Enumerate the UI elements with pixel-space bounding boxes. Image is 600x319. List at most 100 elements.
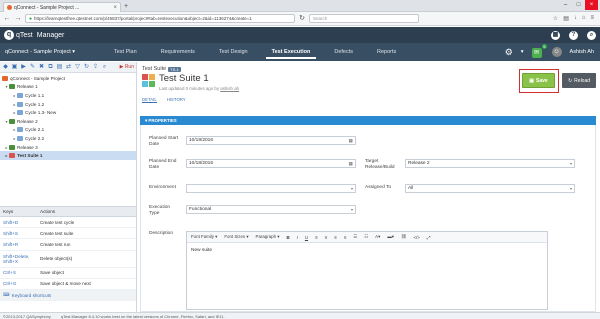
- menu-test-design[interactable]: Test Design: [207, 43, 260, 61]
- run-button[interactable]: ▶ Run: [120, 64, 134, 70]
- search-tree-icon[interactable]: ⌕: [101, 64, 108, 71]
- justify-icon[interactable]: ≡: [344, 235, 347, 240]
- close-window-icon[interactable]: ×: [585, 0, 598, 10]
- user-name[interactable]: Ashish Ah: [570, 49, 594, 55]
- test-suite-id-badge: TS-1: [168, 66, 181, 72]
- target-release-select[interactable]: Release 2 ▾: [405, 159, 575, 168]
- tree-node-cycle-2-2[interactable]: ▸ Cycle 2.2: [0, 134, 136, 143]
- align-right-icon[interactable]: ≡: [334, 235, 337, 240]
- menu-defects[interactable]: Defects: [322, 43, 365, 61]
- text-color-icon[interactable]: A▾: [375, 234, 380, 240]
- shortcuts-header: Keys Actions: [0, 206, 136, 217]
- tree-node-project[interactable]: qConnect - Sample Project: [0, 74, 136, 83]
- refresh-tree-icon[interactable]: ↻: [83, 64, 90, 71]
- new-tab-icon[interactable]: +: [124, 3, 128, 10]
- link-icon[interactable]: ⛓: [401, 234, 407, 240]
- execution-type-select[interactable]: Functional ▾: [186, 205, 356, 214]
- notification-icon: ✉: [531, 48, 542, 58]
- assigned-to-select[interactable]: All ▾: [405, 184, 575, 193]
- gear-icon[interactable]: ⚙: [505, 47, 513, 58]
- environment-select[interactable]: ▾: [186, 184, 356, 193]
- properties-header[interactable]: ▾ PROPERTIES: [140, 116, 596, 125]
- keyboard-shortcuts-link[interactable]: ⌨ Keyboard shortcuts: [0, 289, 136, 301]
- browser-tab[interactable]: qConnect - Sample Project ... ×: [3, 2, 121, 12]
- product-name: Manager: [36, 31, 65, 39]
- planned-start-field[interactable]: 10/18/2016 ▦: [186, 136, 356, 145]
- avatar[interactable]: ☺: [551, 47, 562, 57]
- fullscreen-icon[interactable]: ⤢: [427, 235, 431, 240]
- edit-icon[interactable]: ✎: [29, 64, 36, 71]
- tab-detail[interactable]: DETAIL: [142, 97, 157, 103]
- background-color-icon[interactable]: ▬▾: [387, 234, 394, 240]
- help-icon[interactable]: ?: [569, 30, 578, 40]
- project-selector[interactable]: qConnect - Sample Project ▾: [0, 49, 102, 55]
- menu-icon[interactable]: ≡: [590, 15, 594, 22]
- code-icon[interactable]: </>: [414, 235, 420, 240]
- last-updated-user[interactable]: ashish ah: [220, 86, 239, 91]
- bookmarks-icon[interactable]: ▤: [563, 15, 569, 22]
- align-center-icon[interactable]: ≡: [325, 235, 328, 240]
- reload-button[interactable]: ↻ Reload: [562, 73, 596, 88]
- menu-test-execution[interactable]: Test Execution: [260, 43, 323, 61]
- close-tab-icon[interactable]: ×: [113, 5, 117, 11]
- calendar-icon[interactable]: ▦: [349, 161, 353, 167]
- copy-icon[interactable]: ⧉: [47, 64, 54, 71]
- planned-end-field[interactable]: 10/18/2016 ▦: [186, 159, 356, 168]
- save-button[interactable]: ▣ Save: [522, 73, 555, 88]
- calendar-icon[interactable]: ▦: [349, 138, 353, 144]
- back-icon[interactable]: ←: [3, 15, 11, 23]
- forward-icon[interactable]: →: [14, 15, 22, 23]
- minimize-icon[interactable]: –: [559, 0, 572, 10]
- tree-node-cycle-1-3[interactable]: ▸ Cycle 1.3- New: [0, 108, 136, 117]
- filter-icon[interactable]: ▽: [74, 64, 81, 71]
- status-bar: ©2013-2017 QASymphony qTest Manager 8.4.…: [0, 312, 600, 319]
- tree-node-cycle-1-2[interactable]: ▸ Cycle 1.2: [0, 100, 136, 109]
- search-icon[interactable]: ⌕: [587, 30, 596, 40]
- new-suite-icon[interactable]: ▣: [11, 64, 18, 71]
- bullet-list-icon[interactable]: ☰: [353, 234, 357, 240]
- paste-icon[interactable]: ▤: [56, 64, 63, 71]
- home-icon[interactable]: ⌂: [582, 15, 586, 22]
- tree-node-cycle-1-1[interactable]: ▸ Cycle 1.1: [0, 91, 136, 100]
- browser-search-input[interactable]: Search: [309, 14, 419, 23]
- menu-test-plan[interactable]: Test Plan: [102, 43, 149, 61]
- font-family-select[interactable]: Font Family ▾: [191, 234, 217, 240]
- description-text[interactable]: New suite: [187, 243, 547, 258]
- download-icon[interactable]: ↓: [574, 15, 577, 22]
- notifications[interactable]: ✉ 5: [531, 44, 547, 58]
- url-field[interactable]: ● https://learnqtestfree.qtestnet.com/p/…: [25, 14, 295, 23]
- menu-requirements[interactable]: Requirements: [149, 43, 207, 61]
- star-icon[interactable]: ☆: [553, 15, 558, 22]
- tree-node-release-3[interactable]: ▸ Release 3: [0, 143, 136, 152]
- italic-icon[interactable]: I: [297, 235, 298, 240]
- underline-icon[interactable]: U: [305, 235, 308, 240]
- bold-icon[interactable]: B: [286, 235, 289, 240]
- refresh-icon[interactable]: ↻: [298, 15, 306, 23]
- apps-grid-icon[interactable]: ▦: [551, 30, 560, 40]
- numbered-list-icon[interactable]: ☷: [364, 234, 368, 240]
- planned-end-label: Planned End Date: [149, 159, 177, 171]
- tab-history[interactable]: HISTORY: [167, 97, 186, 103]
- chevron-down-icon: ▾: [569, 161, 572, 166]
- export-icon[interactable]: ⇪: [92, 64, 99, 71]
- main-content: Test Suite TS-1 Test Suite 1 Last update…: [138, 62, 600, 312]
- shortcut-row: Ctrl+G Save object & move next: [0, 279, 136, 290]
- delete-icon[interactable]: ✖: [38, 64, 45, 71]
- maximize-icon[interactable]: □: [572, 0, 585, 10]
- menu-reports[interactable]: Reports: [365, 43, 408, 61]
- move-icon[interactable]: ⇄: [65, 64, 72, 71]
- release-icon: [9, 144, 15, 150]
- execution-type-label: Execution Type: [149, 205, 171, 217]
- tree-node-cycle-2-1[interactable]: ▸ Cycle 2.1: [0, 126, 136, 135]
- tree-node-release-1[interactable]: ▾ Release 1: [0, 83, 136, 92]
- tree-node-release-2[interactable]: ▾ Release 2: [0, 117, 136, 126]
- description-editor[interactable]: Font Family ▾ Font Sizes ▾ Paragraph ▾ B…: [186, 231, 548, 310]
- font-sizes-select[interactable]: Font Sizes ▾: [224, 234, 248, 240]
- paragraph-select[interactable]: Paragraph ▾: [256, 234, 280, 240]
- description-label: Description: [149, 231, 173, 236]
- new-cycle-icon[interactable]: ◆: [2, 64, 9, 71]
- align-left-icon[interactable]: ≡: [315, 235, 318, 240]
- chevron-down-icon[interactable]: ▾: [521, 49, 524, 55]
- tree-node-test-suite-1[interactable]: ▸ Test Suite 1: [0, 151, 136, 160]
- new-run-icon[interactable]: ▶: [20, 64, 27, 71]
